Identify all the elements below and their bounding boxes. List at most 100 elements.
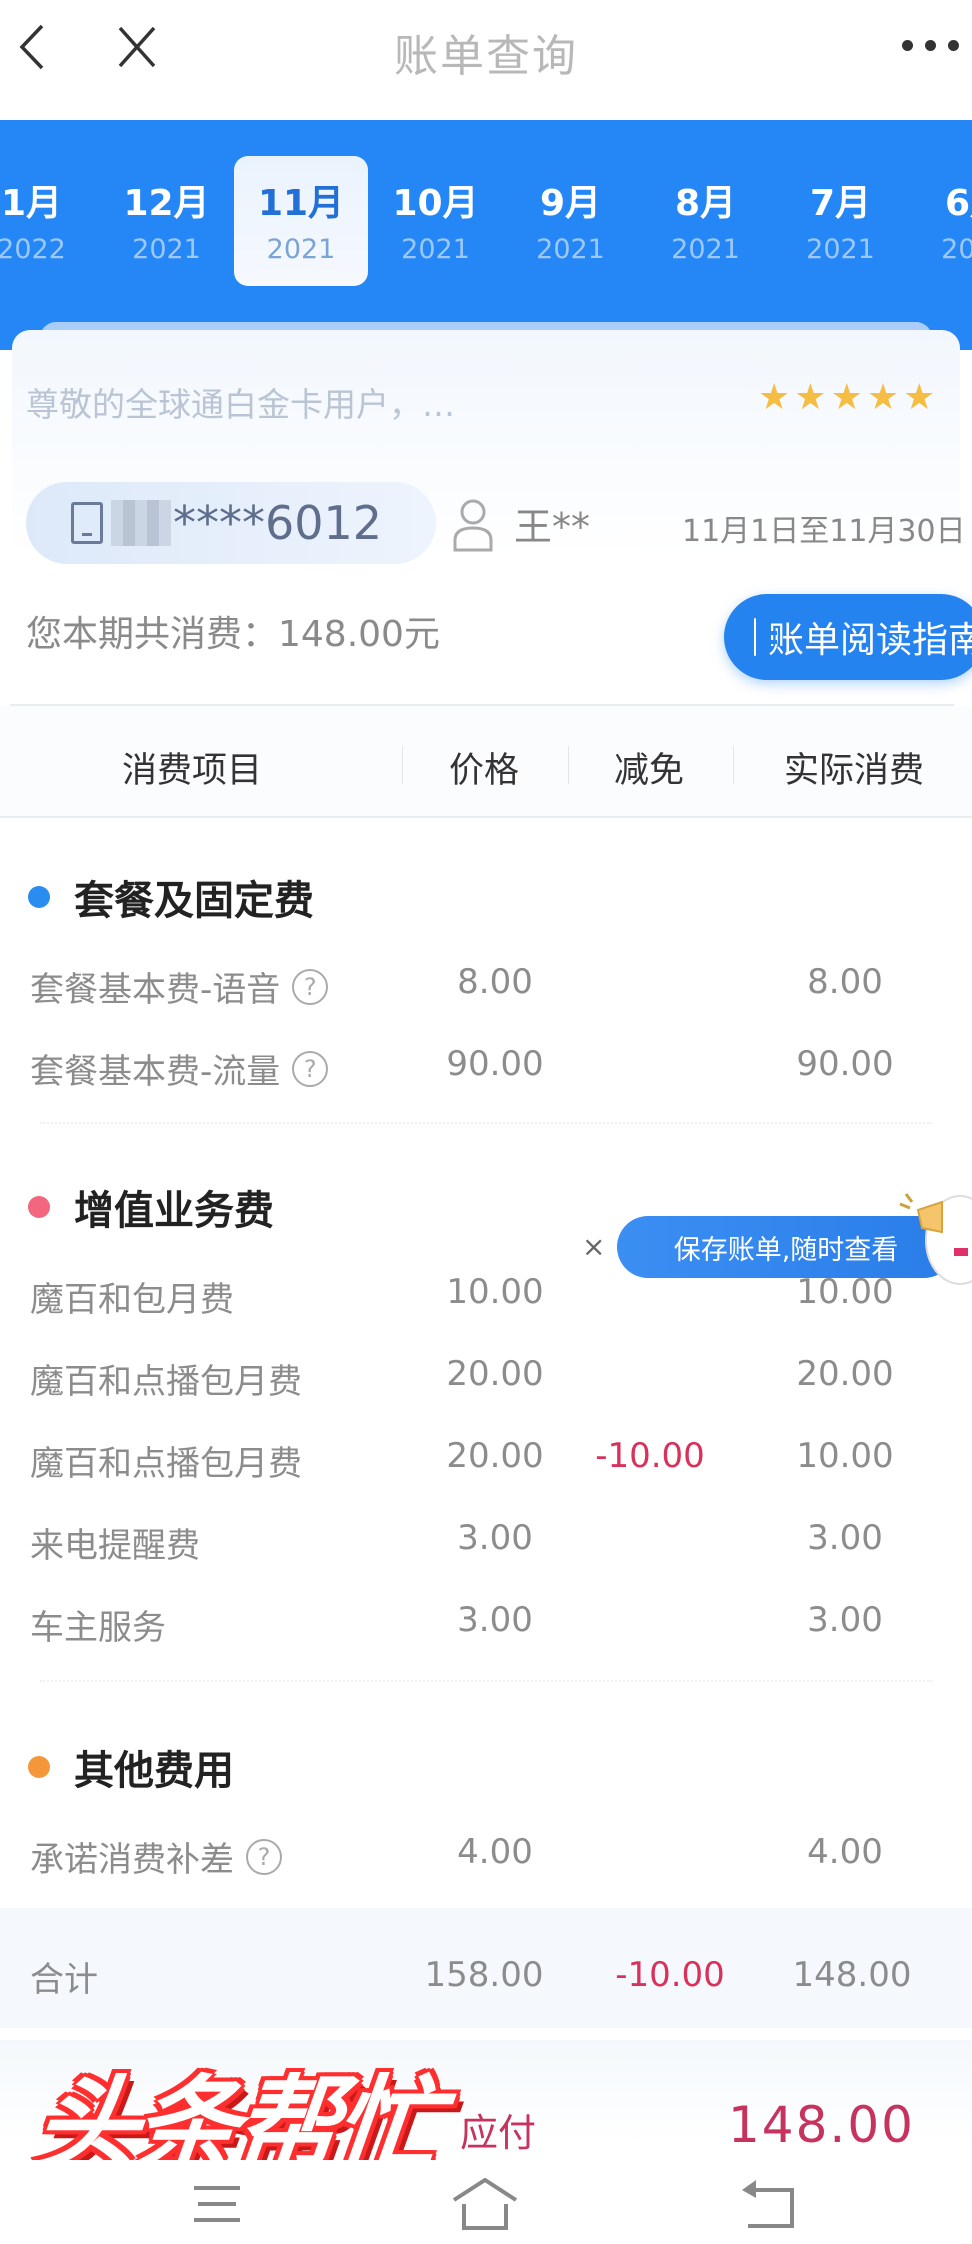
fee-price: 10.00: [446, 1272, 544, 1312]
year-label: 2021: [671, 234, 740, 265]
fee-price: 3.00: [457, 1600, 533, 1640]
fee-actual: 20.00: [796, 1354, 894, 1394]
fee-name: 套餐基本费-语音?: [30, 962, 329, 1011]
fee-name: 魔百和点播包月费: [30, 1354, 302, 1403]
fee-price: 90.00: [446, 1044, 544, 1084]
month-tab[interactable]: 11月 2021: [234, 156, 368, 286]
section-dot: [28, 1196, 50, 1218]
section-title: 增值业务费: [28, 1178, 274, 1236]
star-icon: ★: [758, 377, 791, 418]
greeting-text[interactable]: 尊敬的全球通白金卡用户，…: [26, 378, 455, 426]
month-label: 9月: [539, 183, 602, 224]
summary-price: 158.00: [424, 1955, 544, 1995]
fee-name-text: 魔百和包月费: [30, 1280, 234, 1320]
month-tab[interactable]: 1月 2022: [0, 156, 99, 286]
fee-price: 20.00: [446, 1354, 544, 1394]
payable-label: 应付: [460, 2111, 537, 2155]
header-separator: [402, 746, 403, 784]
month-tab[interactable]: 7月 2021: [773, 156, 908, 286]
phone-icon: [71, 502, 103, 544]
blurred-number: [111, 500, 171, 546]
more-button[interactable]: [902, 30, 972, 60]
fee-actual: 4.00: [807, 1832, 883, 1872]
help-icon[interactable]: ?: [292, 968, 329, 1005]
fee-name-text: 魔百和点播包月费: [30, 1362, 302, 1402]
fee-name-text: 套餐基本费-流量: [30, 1052, 281, 1092]
fee-name-text: 来电提醒费: [30, 1526, 200, 1566]
fee-discount: -10.00: [595, 1436, 705, 1476]
header-separator: [733, 746, 734, 784]
billing-period: 11月1日至11月30日: [682, 514, 966, 549]
fee-name: 车主服务: [30, 1600, 166, 1649]
document-icon: [754, 618, 777, 656]
month-tab[interactable]: 8月 2021: [638, 156, 773, 286]
month-label: 10月: [392, 183, 479, 224]
fee-row: 套餐基本费-语音? 8.00 8.00: [0, 962, 972, 1022]
month-label: 6月: [944, 183, 972, 224]
mascot-icon: [899, 1193, 972, 1285]
month-label: 11月: [257, 183, 345, 224]
month-tab[interactable]: 6月 2021: [908, 156, 972, 286]
section-dot: [28, 1756, 50, 1778]
fee-row: 来电提醒费 3.00 3.00: [0, 1518, 972, 1578]
month-selector: 1月 2022 12月 2021 11月 2021 10月 2021 9月 2021 8月 2021 7…: [0, 120, 972, 350]
payable-amount: 148.00: [728, 2096, 915, 2154]
fee-row: 魔百和点播包月费 20.00 -10.00 10.00: [0, 1436, 972, 1496]
page-title: 账单查询: [394, 31, 578, 82]
fee-actual: 90.00: [796, 1044, 894, 1084]
month-label: 1月: [0, 183, 63, 224]
year-label: 2021: [536, 234, 605, 265]
star-icon: ★: [794, 377, 827, 418]
home-icon: [452, 2177, 518, 2230]
star-icon: ★: [903, 377, 936, 418]
section-title-text: 套餐及固定费: [74, 878, 314, 924]
fee-name: 套餐基本费-流量?: [30, 1044, 329, 1093]
fee-row: 车主服务 3.00 3.00: [0, 1600, 972, 1660]
month-tab[interactable]: 12月 2021: [99, 156, 234, 286]
bill-guide-button[interactable]: 账单阅读指南: [724, 594, 972, 680]
header-discount: 减免: [614, 751, 685, 791]
table-header: 消费项目 价格 减免 实际消费: [0, 706, 972, 818]
help-icon[interactable]: ?: [246, 1838, 282, 1875]
section-divider: [40, 1122, 932, 1124]
section-title-text: 增值业务费: [74, 1188, 274, 1234]
fee-actual: 10.00: [796, 1436, 894, 1476]
month-tab[interactable]: 10月 2021: [368, 156, 503, 286]
fee-name-text: 承诺消费补差: [30, 1840, 234, 1880]
fee-row: 套餐基本费-流量? 90.00 90.00: [0, 1044, 972, 1104]
user-name: 王**: [514, 505, 591, 549]
section-dot: [28, 886, 50, 908]
fee-row: 承诺消费补差? 4.00 4.00: [0, 1832, 972, 1892]
user-icon: [453, 499, 493, 552]
year-label: 2021: [941, 234, 972, 265]
header-price: 价格: [449, 751, 520, 791]
fee-name-text: 车主服务: [30, 1608, 166, 1648]
year-label: 2021: [401, 234, 470, 265]
section-title: 套餐及固定费: [28, 868, 314, 926]
save-banner-close[interactable]: ×: [582, 1230, 605, 1263]
month-label: 8月: [674, 183, 737, 224]
header-separator: [568, 746, 569, 784]
month-tab[interactable]: 9月 2021: [503, 156, 638, 286]
fee-name: 来电提醒费: [30, 1518, 200, 1567]
fee-row: 魔百和点播包月费 20.00 20.00: [0, 1354, 972, 1414]
system-nav-bar: [0, 2160, 972, 2244]
section-title: 其他费用: [28, 1738, 234, 1796]
fee-actual: 8.00: [807, 962, 883, 1002]
fee-price: 4.00: [457, 1832, 533, 1872]
phone-number-selector[interactable]: ****6012: [26, 482, 436, 564]
summary-discount: -10.00: [615, 1955, 725, 1995]
header-item: 消费项目: [122, 751, 263, 791]
fee-name: 魔百和包月费: [30, 1272, 234, 1321]
month-label: 12月: [123, 183, 210, 224]
phone-number: ****6012: [173, 496, 383, 550]
summary-actual: 148.00: [792, 1955, 912, 1995]
fee-actual: 3.00: [807, 1600, 883, 1640]
nav-home-button[interactable]: [450, 2177, 520, 2232]
summary-label: 合计: [30, 1960, 98, 2000]
month-label: 7月: [809, 183, 872, 224]
nav-back-button[interactable]: [736, 2178, 806, 2232]
help-icon[interactable]: ?: [292, 1050, 329, 1087]
nav-menu-button[interactable]: [182, 2178, 252, 2232]
menu-icon: [194, 2186, 240, 2222]
